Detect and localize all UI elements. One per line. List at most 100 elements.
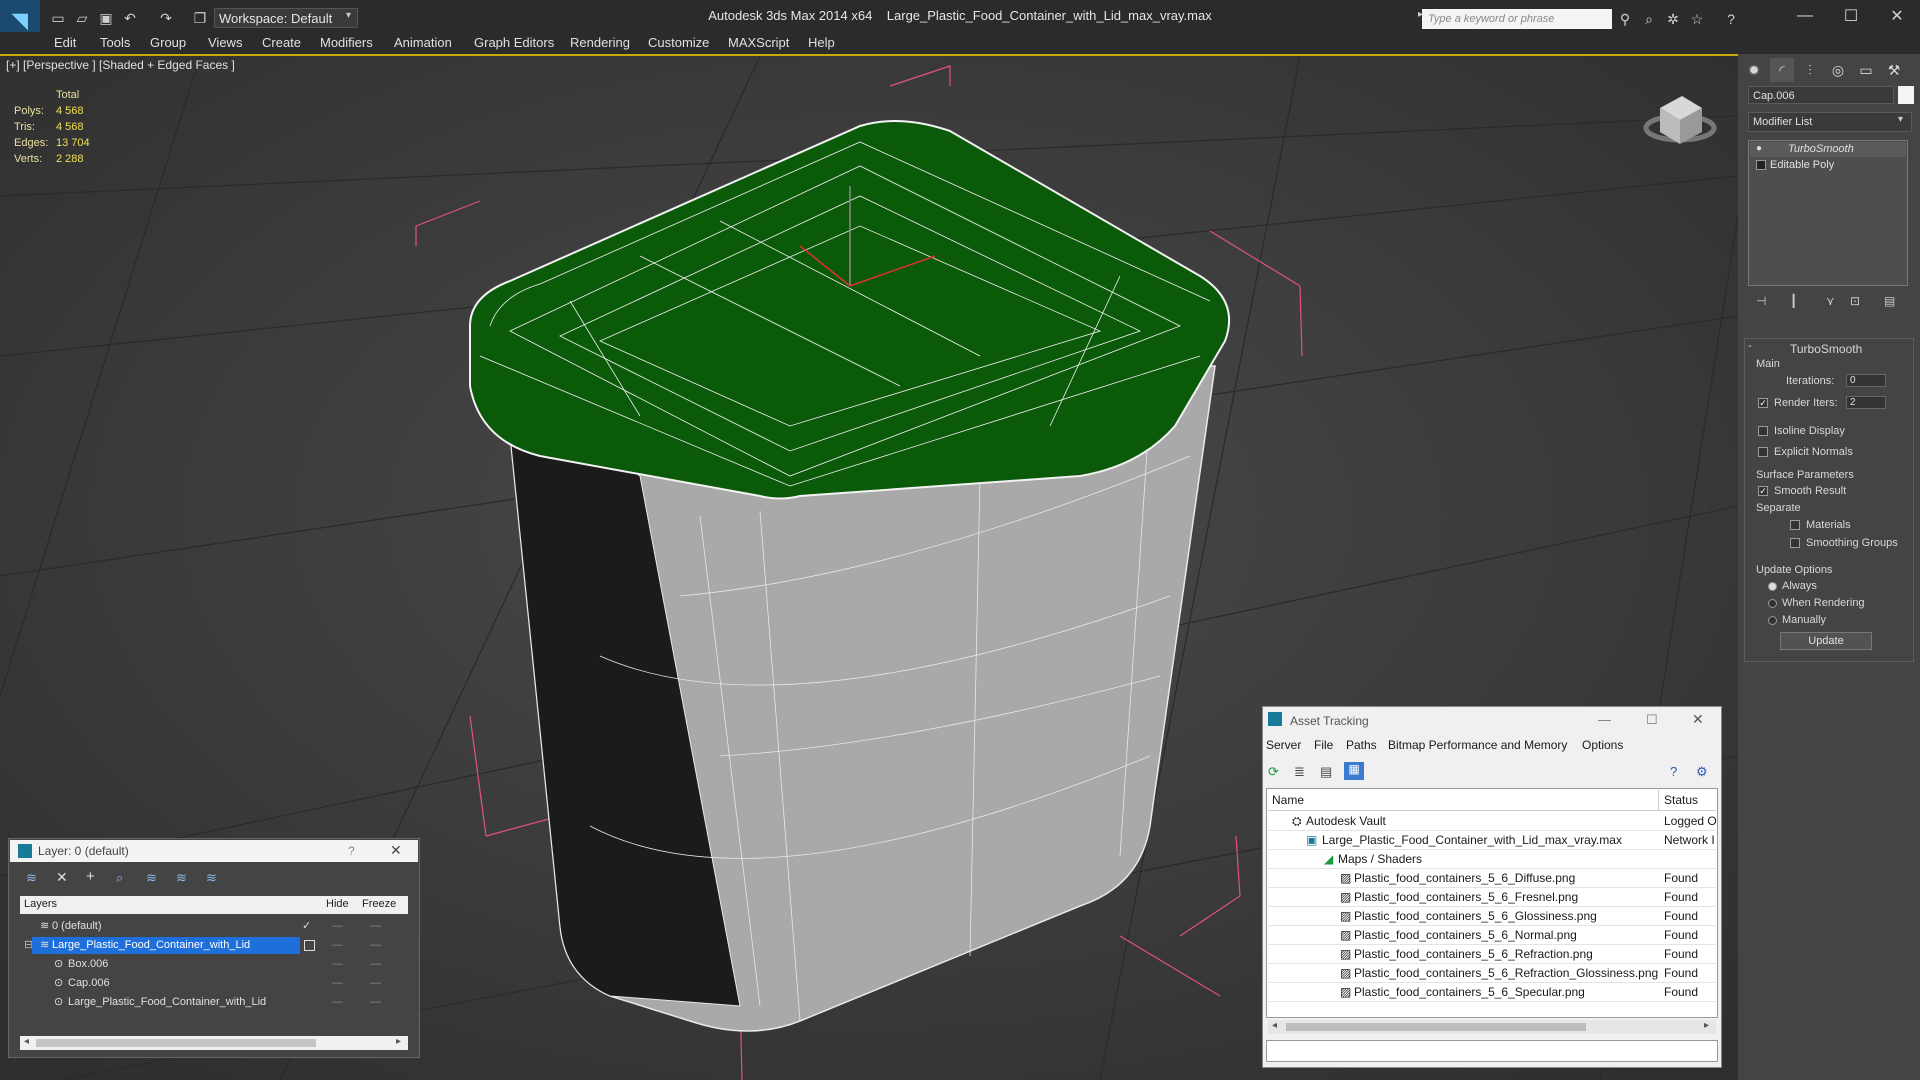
hide-column-header[interactable]: Hide xyxy=(326,898,349,910)
close-icon[interactable]: ✕ xyxy=(390,842,402,859)
create-layer-icon[interactable]: ≋ xyxy=(26,870,37,886)
layer-horizontal-scrollbar[interactable]: ◂ ▸ xyxy=(20,1036,408,1050)
update-button[interactable]: Update xyxy=(1780,632,1872,650)
minimize-icon[interactable]: — xyxy=(1782,0,1828,32)
asset-menu-server[interactable]: Server xyxy=(1266,738,1301,752)
table-view-icon[interactable]: ▦ xyxy=(1344,762,1364,780)
minimize-icon[interactable]: — xyxy=(1598,712,1611,727)
hide-toggle[interactable]: — xyxy=(332,936,343,955)
rollout-collapse-icon[interactable]: - xyxy=(1748,340,1752,352)
show-end-result-icon[interactable]: ┃ xyxy=(1790,294,1797,308)
make-unique-icon[interactable]: ⋎ xyxy=(1826,294,1835,308)
asset-row[interactable]: ▨ Plastic_food_containers_5_6_Refraction_… xyxy=(1268,964,1716,983)
chevron-down-icon[interactable]: ▾ xyxy=(346,10,351,21)
asset-row[interactable]: ▨ Plastic_food_containers_5_6_Diffuse.png… xyxy=(1268,869,1716,888)
help-icon[interactable]: ? xyxy=(1720,9,1742,29)
freeze-all-icon[interactable]: ≋ xyxy=(206,870,217,886)
list-view-icon[interactable]: ≣ xyxy=(1294,764,1305,780)
motion-tab-icon[interactable]: ◎ xyxy=(1826,58,1850,82)
new-file-icon[interactable]: ▭ xyxy=(48,8,68,28)
asset-row[interactable]: ⛭ Autodesk Vault Logged O xyxy=(1268,812,1717,831)
layers-column-header[interactable]: Layers xyxy=(24,898,57,910)
help-icon[interactable]: ? xyxy=(348,844,355,858)
asset-row[interactable]: ▨ Plastic_food_containers_5_6_Normal.png F… xyxy=(1268,926,1716,945)
isoline-display-checkbox[interactable] xyxy=(1758,426,1768,436)
menu-tools[interactable]: Tools xyxy=(100,34,130,52)
help-icon[interactable]: ? xyxy=(1670,764,1677,779)
redo-icon[interactable]: ↷ xyxy=(156,8,176,28)
hide-all-icon[interactable]: ≋ xyxy=(176,870,187,886)
select-objects-icon[interactable]: ⌕ xyxy=(116,870,123,886)
scroll-right-icon[interactable]: ▸ xyxy=(1704,1020,1709,1031)
scroll-left-icon[interactable]: ◂ xyxy=(24,1036,29,1047)
menu-maxscript[interactable]: MAXScript xyxy=(728,34,789,52)
create-tab-icon[interactable]: ✹ xyxy=(1742,58,1766,82)
always-radio[interactable] xyxy=(1768,582,1777,591)
asset-menu-file[interactable]: File xyxy=(1314,738,1333,752)
smooth-result-checkbox[interactable]: ✓ xyxy=(1758,486,1768,496)
asset-menu-options[interactable]: Options xyxy=(1582,738,1623,752)
close-icon[interactable]: ✕ xyxy=(1874,0,1920,32)
add-to-layer-icon[interactable]: + xyxy=(86,868,95,885)
asset-row[interactable]: ▨ Plastic_food_containers_5_6_Glossiness.… xyxy=(1268,907,1716,926)
when-rendering-radio[interactable] xyxy=(1768,599,1777,608)
menu-group[interactable]: Group xyxy=(150,34,186,52)
communication-center-icon[interactable]: ✲ xyxy=(1662,9,1684,29)
project-folder-icon[interactable]: ❐ xyxy=(190,8,210,28)
lightbulb-icon[interactable]: ● xyxy=(1756,143,1762,154)
asset-row[interactable]: ▣ Large_Plastic_Food_Container_with_Lid_m… xyxy=(1268,831,1716,850)
undo-icon[interactable]: ↶ xyxy=(120,8,140,28)
remove-modifier-icon[interactable]: ⊡ xyxy=(1850,294,1860,308)
stack-item-editable-poly[interactable]: Editable Poly xyxy=(1750,158,1906,173)
asset-row[interactable]: ◢ Maps / Shaders xyxy=(1268,850,1716,869)
rollout-title[interactable]: TurboSmooth xyxy=(1790,342,1862,356)
display-tab-icon[interactable]: ▭ xyxy=(1854,58,1878,82)
smoothing-groups-checkbox[interactable] xyxy=(1790,538,1800,548)
maximize-icon[interactable]: ☐ xyxy=(1828,0,1874,32)
menu-edit[interactable]: Edit xyxy=(54,34,76,52)
freeze-column-header[interactable]: Freeze xyxy=(362,898,396,910)
name-column-header[interactable]: Name xyxy=(1272,793,1304,807)
layer-row[interactable]: ⊟ ≋ Large_Plastic_Food_Container_with_Lid —… xyxy=(20,936,408,955)
asset-path-field[interactable] xyxy=(1266,1040,1718,1062)
hierarchy-tab-icon[interactable]: ⫶ xyxy=(1798,58,1822,82)
menu-modifiers[interactable]: Modifiers xyxy=(320,34,373,52)
status-column-header[interactable]: Status xyxy=(1664,793,1698,807)
menu-rendering[interactable]: Rendering xyxy=(570,34,630,52)
materials-checkbox[interactable] xyxy=(1790,520,1800,530)
thumbnail-view-icon[interactable]: ▤ xyxy=(1320,764,1332,780)
menu-views[interactable]: Views xyxy=(208,34,242,52)
manually-radio[interactable] xyxy=(1768,616,1777,625)
column-divider[interactable] xyxy=(1658,790,1659,810)
freeze-toggle[interactable]: — xyxy=(370,955,381,974)
freeze-toggle[interactable]: — xyxy=(370,936,381,955)
iterations-spinner[interactable]: 0 xyxy=(1846,374,1886,387)
open-file-icon[interactable]: ▱ xyxy=(72,8,92,28)
scroll-left-icon[interactable]: ◂ xyxy=(1272,1020,1277,1031)
maximize-icon[interactable]: ☐ xyxy=(1646,712,1658,728)
explicit-normals-checkbox[interactable] xyxy=(1758,447,1768,457)
settings-icon[interactable]: ⚙ xyxy=(1696,764,1708,780)
favorites-star-icon[interactable]: ☆ xyxy=(1686,9,1708,29)
freeze-toggle[interactable]: — xyxy=(370,917,381,936)
asset-menu-bitmap[interactable]: Bitmap Performance and Memory xyxy=(1388,738,1567,752)
menu-help[interactable]: Help xyxy=(808,34,835,52)
pin-stack-icon[interactable]: ⊣ xyxy=(1756,294,1766,308)
workspace-dropdown[interactable]: Workspace: Default xyxy=(214,8,358,28)
modify-tab-icon[interactable]: ◜ xyxy=(1770,58,1794,82)
object-color-swatch[interactable] xyxy=(1898,86,1914,104)
object-name-field[interactable]: Cap.006 xyxy=(1748,86,1894,104)
chevron-down-icon[interactable]: ▾ xyxy=(1898,114,1903,125)
render-iters-spinner[interactable]: 2 xyxy=(1846,396,1886,409)
search-icon[interactable]: ⌕ xyxy=(1638,9,1660,29)
scrollbar-thumb[interactable] xyxy=(1286,1023,1586,1031)
hide-toggle[interactable]: — xyxy=(332,955,343,974)
modifier-list-dropdown[interactable]: Modifier List xyxy=(1748,112,1912,132)
save-icon[interactable]: ▣ xyxy=(96,8,116,28)
scroll-right-icon[interactable]: ▸ xyxy=(396,1036,401,1047)
menu-customize[interactable]: Customize xyxy=(648,34,709,52)
viewport-label[interactable]: [+] [Perspective ] [Shaded + Edged Faces… xyxy=(6,58,235,72)
freeze-toggle[interactable]: — xyxy=(370,974,381,993)
scrollbar-thumb[interactable] xyxy=(36,1039,316,1047)
delete-layer-icon[interactable]: ✕ xyxy=(56,869,68,886)
